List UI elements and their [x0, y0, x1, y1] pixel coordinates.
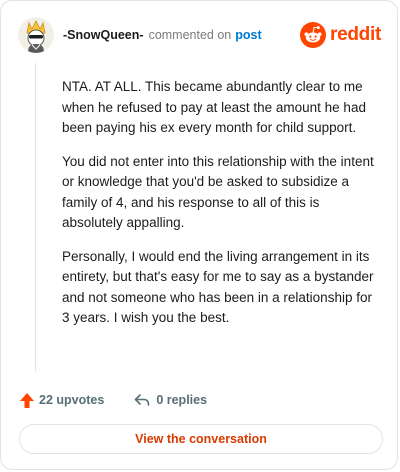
comment-paragraph: Personally, I would end the living arran… [62, 248, 374, 326]
user-avatar[interactable] [18, 17, 54, 53]
comment-actions: 22 upvotes 0 replies [19, 387, 379, 413]
upvote-count: 22 upvotes [39, 393, 105, 407]
comment-paragraph: NTA. AT ALL. This became abundantly clea… [62, 79, 366, 135]
upvote-arrow-icon [20, 392, 34, 408]
comment-byline: -SnowQueen- commented on post [63, 28, 262, 42]
reply-count: 0 replies [156, 393, 208, 407]
thread-line [35, 63, 36, 371]
comment-body: NTA. AT ALL. This became abundantly clea… [62, 77, 378, 342]
view-conversation-button[interactable]: View the conversation [19, 424, 383, 454]
upvote-button[interactable]: 22 upvotes [19, 392, 104, 409]
reddit-wordmark: reddit [330, 24, 381, 45]
reply-button[interactable]: 0 replies [134, 393, 207, 407]
commented-on-text: commented on [148, 28, 232, 42]
comment-header: -SnowQueen- commented on post reddit [18, 15, 381, 55]
comment-paragraph: You did not enter into this relationship… [62, 153, 374, 231]
reply-arrow-icon [135, 394, 150, 406]
reddit-brand-link[interactable]: reddit [300, 22, 381, 48]
avatar-icon [18, 17, 54, 53]
username-link[interactable]: -SnowQueen- [63, 28, 144, 42]
reddit-logo-icon [300, 22, 327, 48]
embedded-comment-card: -SnowQueen- commented on post reddit NTA… [0, 0, 398, 470]
post-link[interactable]: post [235, 28, 261, 42]
